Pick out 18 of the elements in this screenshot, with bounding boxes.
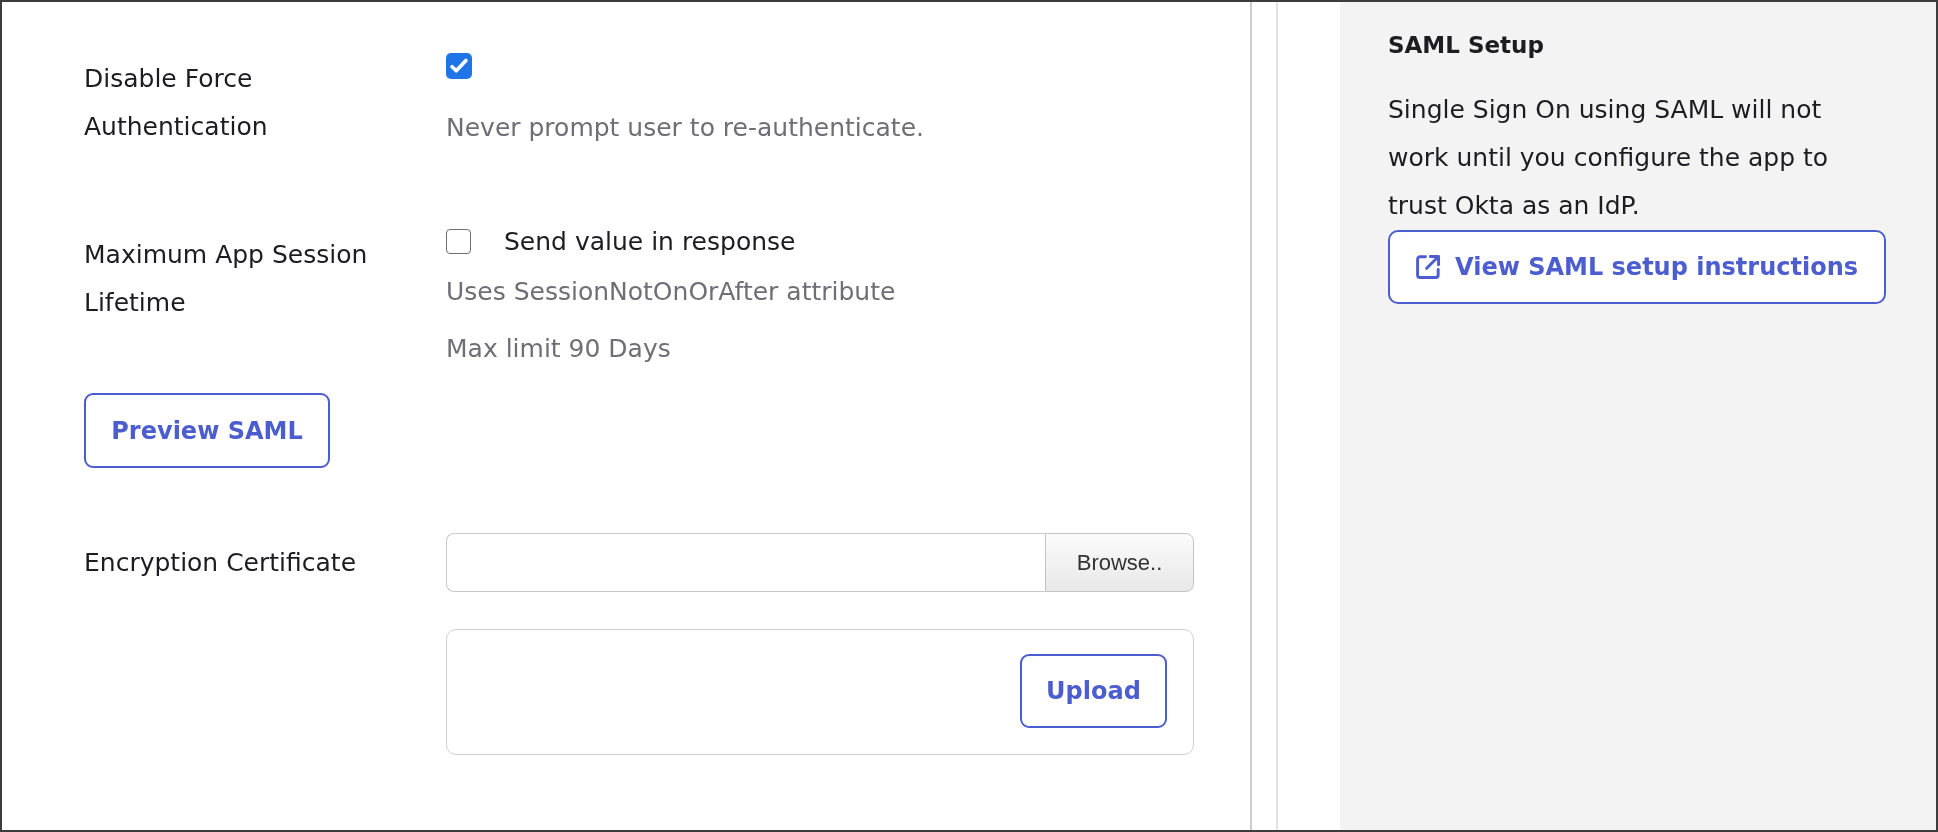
panel-description: Single Sign On using SAML will not work until you configure the app to trust Okta as an IdP. [1388,94,1830,222]
checkbox[interactable] [446,53,472,79]
setup-instructions-button[interactable]: View SAML setup instructions [1388,230,1886,304]
help-text: Never prompt user to re-authenticate. [446,112,924,144]
file-name-field[interactable] [446,533,1045,592]
check-icon [450,57,468,75]
help-text: Max limit 90 Days [446,333,671,365]
external-link-icon [1416,255,1440,279]
panel-title: SAML Setup [1388,31,1544,60]
upload-button[interactable]: Upload [1020,654,1167,728]
setting-label: Maximum App Session Lifetime [84,239,369,319]
checkbox-label: Send value in response [504,229,796,255]
checkbox[interactable] [446,229,471,254]
preview-button[interactable]: Preview SAML [84,393,330,468]
browse-button[interactable]: Browse.. [1045,533,1194,592]
help-text: Uses SessionNotOnOrAfter attribute [446,276,896,308]
setting-label: Disable Force Authentication [84,63,269,143]
field-label: Encryption Certificate [84,546,357,579]
